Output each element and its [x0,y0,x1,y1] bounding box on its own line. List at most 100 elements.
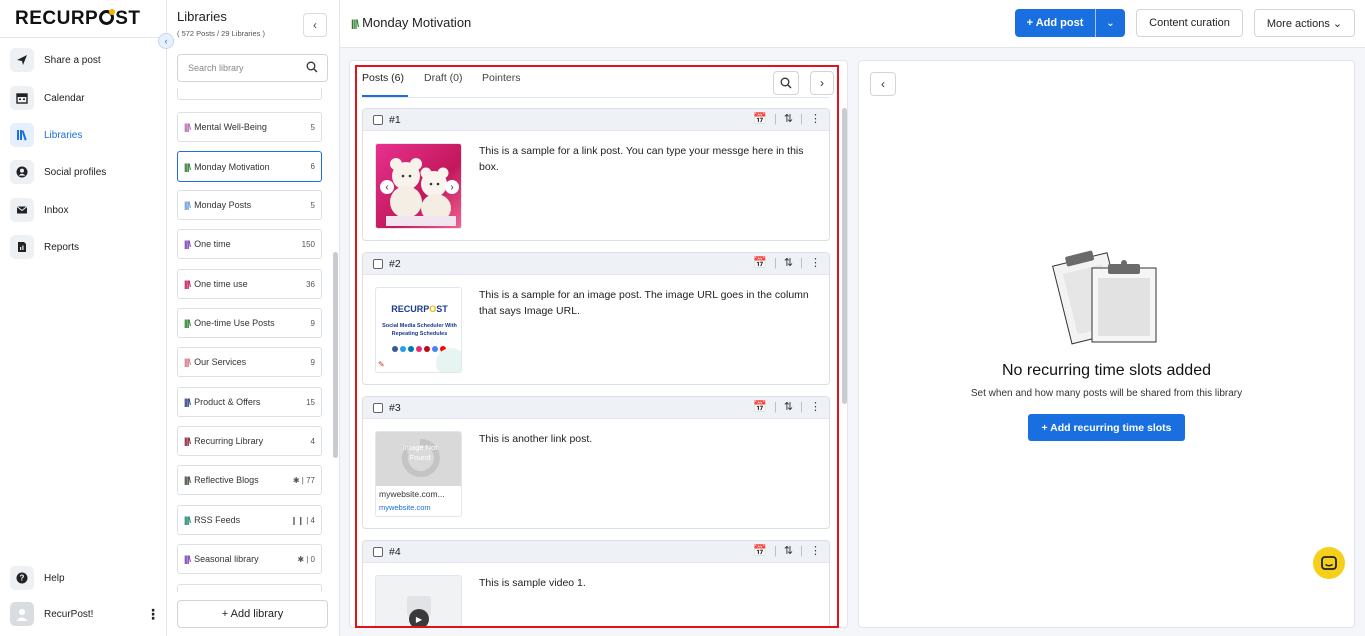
collapse-nav-icon[interactable]: ‹ [158,33,174,49]
post-card[interactable]: #4 📅 | ⇅ | ⋮ ▶ This is sample video 1. [362,540,830,626]
tab-pointers[interactable]: Pointers [482,72,521,84]
social-icons [392,346,446,352]
more-actions-button[interactable]: More actions ⌄ [1254,9,1355,37]
video-thumbnail[interactable]: ▶ [375,575,462,626]
post-number: #2 [389,257,401,270]
image-not-found-placeholder: Image Not Found [376,432,461,486]
nav-item-label: Share a post [44,54,101,66]
sort-icon[interactable]: ⇅ [784,112,793,125]
empty-state-title: No recurring time slots added [1002,362,1211,379]
library-card-partial [177,88,322,100]
library-label: Recurring Library [194,436,264,446]
search-icon[interactable] [306,61,318,76]
sort-icon[interactable]: ⇅ [784,544,793,557]
play-icon[interactable]: ▶ [409,609,429,626]
nav-item-libraries[interactable]: Libraries [10,121,160,149]
library-label: Monday Motivation [194,161,270,172]
post-checkbox[interactable] [373,546,383,557]
sort-icon[interactable]: ⇅ [784,400,793,413]
library-card-one-time-use-posts[interactable]: |||\ One-time Use Posts 9 [177,308,322,338]
content-curation-button[interactable]: Content curation [1136,9,1243,37]
help-icon: ? [10,566,34,590]
more-vertical-icon[interactable]: ⋮ [810,544,821,557]
library-card-recurring-library[interactable]: |||\ Recurring Library 4 [177,426,322,456]
library-card-seasonal-library[interactable]: |||\ Seasonal library ✱ | 0 [177,544,322,574]
library-icon: |||\ [184,554,191,564]
library-icon: |||\ [351,19,359,30]
library-post-count: 6 [310,162,315,171]
post-card[interactable]: #3 📅 | ⇅ | ⋮ Image Not Found mywebsite.com..… [362,396,830,529]
library-icon: |||\ [184,475,191,485]
account-menu[interactable]: RecurPost! ⋮ [10,600,160,628]
chevron-down-icon[interactable]: ⌄ [1096,18,1125,29]
post-card[interactable]: #1 📅 | ⇅ | ⋮ ‹ › This is a sample for a link… [362,108,830,241]
post-card[interactable]: #2 📅 | ⇅ | ⋮ RECURPOST Social Media Schedule… [362,252,830,385]
calendar-warning-icon[interactable]: 📅 [753,112,767,125]
carousel-prev-icon[interactable]: ‹ [380,180,394,194]
library-post-count: 9 [310,357,315,367]
nav-item-help[interactable]: ? Help [10,564,160,592]
link-domain[interactable]: mywebsite.com [379,503,431,512]
library-card-product-offers[interactable]: |||\ Product & Offers 15 [177,387,322,417]
nav-item-label: Inbox [44,204,69,216]
more-vertical-icon[interactable]: ⋮ [810,256,821,269]
more-vertical-icon[interactable]: ⋮ [810,400,821,413]
chevron-left-icon: ‹ [313,18,317,32]
tab-posts[interactable]: Posts (6) [362,72,404,84]
more-vertical-icon[interactable]: ⋮ [810,112,821,125]
recurpost-logo[interactable]: RECURP ST [15,8,141,30]
library-post-count: 15 [306,397,315,407]
library-card-reflective-blogs[interactable]: |||\ Reflective Blogs ✱ | 77 [177,465,322,495]
nav-item-calendar[interactable]: Calendar [10,84,160,112]
collapse-slots-button[interactable]: ‹ [870,72,896,96]
post-text: This is sample video 1. [479,577,586,589]
nav-item-share-a-post[interactable]: Share a post [10,46,160,74]
link-preview[interactable]: Image Not Found mywebsite.com... mywebsi… [375,431,462,517]
kebab-menu-icon[interactable]: ⋮ [146,606,160,623]
add-post-button[interactable]: + Add post ⌄ [1015,9,1125,37]
post-checkbox[interactable] [373,258,383,269]
nav-item-label: Libraries [44,129,83,141]
post-checkbox[interactable] [373,402,383,413]
library-card-monday-posts[interactable]: |||\ Monday Posts 5 [177,190,322,220]
library-card-one-time[interactable]: |||\ One time 150 [177,229,322,259]
library-card-one-time-use[interactable]: |||\ One time use 36 [177,269,322,299]
library-label: Reflective Blogs [194,475,259,485]
tab-draft[interactable]: Draft (0) [424,72,463,84]
post-checkbox[interactable] [373,114,383,125]
inbox-icon [10,198,34,222]
library-post-count: ❙❙ | 4 [290,515,315,525]
search-icon [780,77,792,89]
post-text: This is another link post. [479,433,593,445]
libraries-summary: ( 572 Posts / 29 Libraries ) [177,29,265,38]
calendar-icon[interactable]: 📅 [753,400,767,413]
library-card-mental-well-being[interactable]: |||\ Mental Well-Being 5 [177,112,322,142]
library-post-count: 4 [310,436,315,446]
post-image-carousel[interactable]: ‹ › [375,143,462,229]
account-name: RecurPost! [44,608,94,620]
posts-scrollbar[interactable] [842,108,847,404]
search-posts-button[interactable] [773,71,799,95]
add-recurring-time-slots-button[interactable]: + Add recurring time slots [1028,414,1185,441]
nav-item-social-profiles[interactable]: Social profiles [10,158,160,186]
chat-support-icon[interactable] [1313,547,1345,579]
add-library-button[interactable]: + Add library [177,600,328,628]
library-label: One-time Use Posts [194,318,275,328]
libraries-scrollbar[interactable] [333,252,338,458]
expand-panel-button[interactable]: › [810,71,834,95]
library-card-rss-feeds[interactable]: |||\ RSS Feeds ❙❙ | 4 [177,505,322,535]
library-card-our-services[interactable]: |||\ Our Services 9 [177,347,322,377]
carousel-next-icon[interactable]: › [445,180,459,194]
library-card-monday-motivation[interactable]: |||\ Monday Motivation 6 [177,151,322,182]
sort-icon[interactable]: ⇅ [784,256,793,269]
nav-item-label: Help [44,572,65,584]
library-icon: |||\ [184,515,191,525]
post-image[interactable]: RECURPOST Social Media Scheduler With Re… [375,287,462,373]
tabs-divider [362,97,829,98]
collapse-libraries-button[interactable]: ‹ [303,13,327,37]
nav-item-inbox[interactable]: Inbox [10,196,160,224]
calendar-icon[interactable]: 📅 [753,256,767,269]
calendar-icon[interactable]: 📅 [753,544,767,557]
link-title: mywebsite.com... [379,489,445,499]
nav-item-reports[interactable]: Reports [10,233,160,261]
